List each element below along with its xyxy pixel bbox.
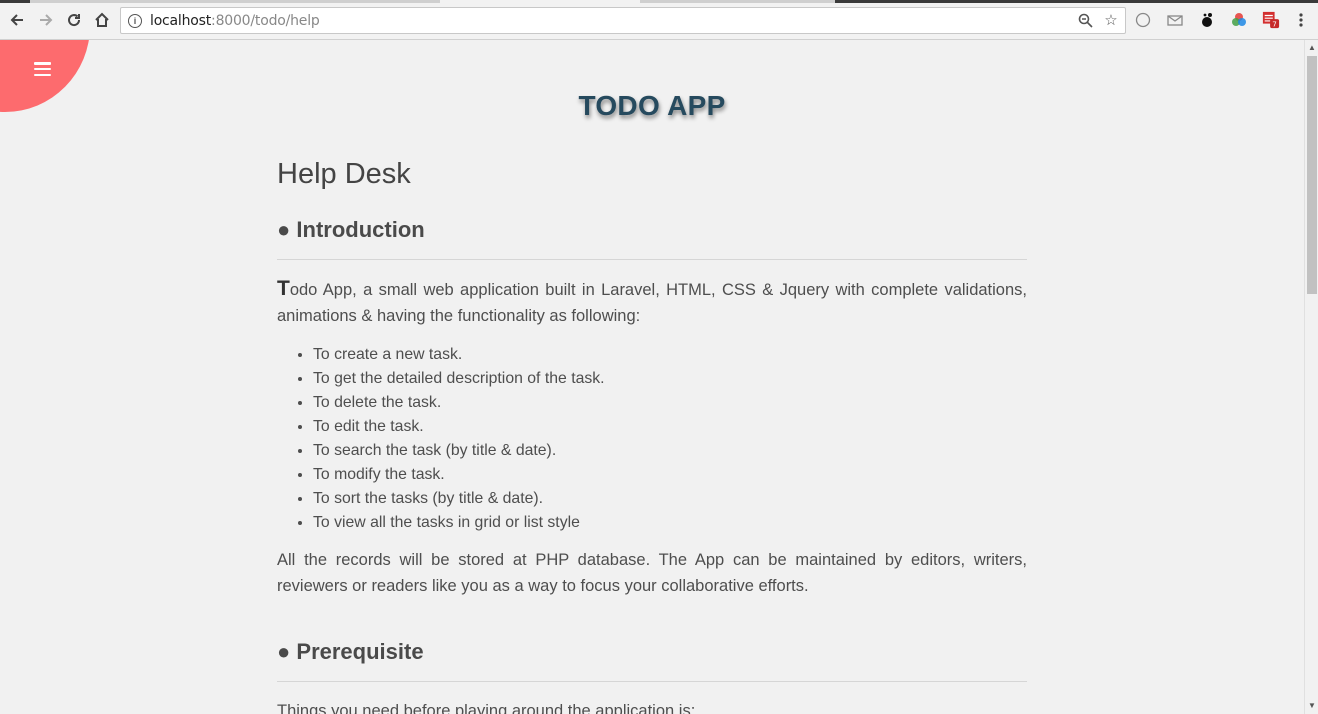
intro-paragraph: Todo App, a small web application built … xyxy=(277,276,1027,329)
page-heading: Help Desk xyxy=(277,158,411,190)
features-list: To create a new task. To get the detaile… xyxy=(313,343,1027,535)
back-icon[interactable] xyxy=(6,9,28,31)
site-info-icon[interactable]: i xyxy=(128,13,142,28)
reload-icon[interactable] xyxy=(63,9,85,31)
section-heading-prerequisite: ● Prerequisite xyxy=(277,639,1027,682)
mail-extension-icon[interactable] xyxy=(1166,11,1184,29)
svg-text:7: 7 xyxy=(1272,19,1277,28)
app-title: TODO APP xyxy=(578,90,726,121)
list-item: To modify the task. xyxy=(313,463,1027,487)
scroll-down-icon[interactable]: ▼ xyxy=(1308,701,1316,710)
zoom-icon[interactable] xyxy=(1077,12,1093,28)
intro-text: odo App, a small web application built i… xyxy=(277,281,1027,325)
list-item: To create a new task. xyxy=(313,343,1027,367)
todo-extension-icon[interactable]: 7 xyxy=(1262,11,1280,29)
list-item: To sort the tasks (by title & date). xyxy=(313,487,1027,511)
section-heading-introduction: ● Introduction xyxy=(277,217,1027,260)
scroll-up-icon[interactable]: ▲ xyxy=(1308,43,1316,52)
home-icon[interactable] xyxy=(91,9,113,31)
bookmark-star-icon[interactable]: ☆ xyxy=(1103,12,1119,29)
browser-menu-icon[interactable] xyxy=(1292,11,1310,29)
page-viewport: TODO APP Help Desk ● Introduction Todo A… xyxy=(0,40,1304,714)
records-paragraph: All the records will be stored at PHP da… xyxy=(277,551,1027,595)
browser-toolbar: i localhost:8000/todo/help ☆ 7 xyxy=(0,0,1318,40)
url-text: localhost:8000/todo/help xyxy=(150,12,320,29)
extension-icon[interactable] xyxy=(1134,11,1152,29)
tab-strip xyxy=(0,0,1318,3)
drop-cap: T xyxy=(277,277,290,300)
page-scrollbar[interactable]: ▲ ▼ xyxy=(1304,40,1318,714)
list-item: To view all the tasks in grid or list st… xyxy=(313,511,1027,535)
hamburger-menu-icon[interactable] xyxy=(34,62,51,77)
prereq-paragraph: Things you need before playing around th… xyxy=(277,702,696,714)
list-item: To delete the task. xyxy=(313,391,1027,415)
list-item: To edit the task. xyxy=(313,415,1027,439)
scrollbar-thumb[interactable] xyxy=(1307,56,1317,294)
list-item: To get the detailed description of the t… xyxy=(313,367,1027,391)
address-bar[interactable]: i localhost:8000/todo/help ☆ xyxy=(120,7,1126,34)
gnome-extension-icon[interactable] xyxy=(1198,11,1216,29)
help-content: Help Desk ● Introduction Todo App, a sma… xyxy=(277,158,1027,714)
color-extension-icon[interactable] xyxy=(1230,11,1248,29)
forward-icon[interactable] xyxy=(35,9,57,31)
list-item: To search the task (by title & date). xyxy=(313,439,1027,463)
